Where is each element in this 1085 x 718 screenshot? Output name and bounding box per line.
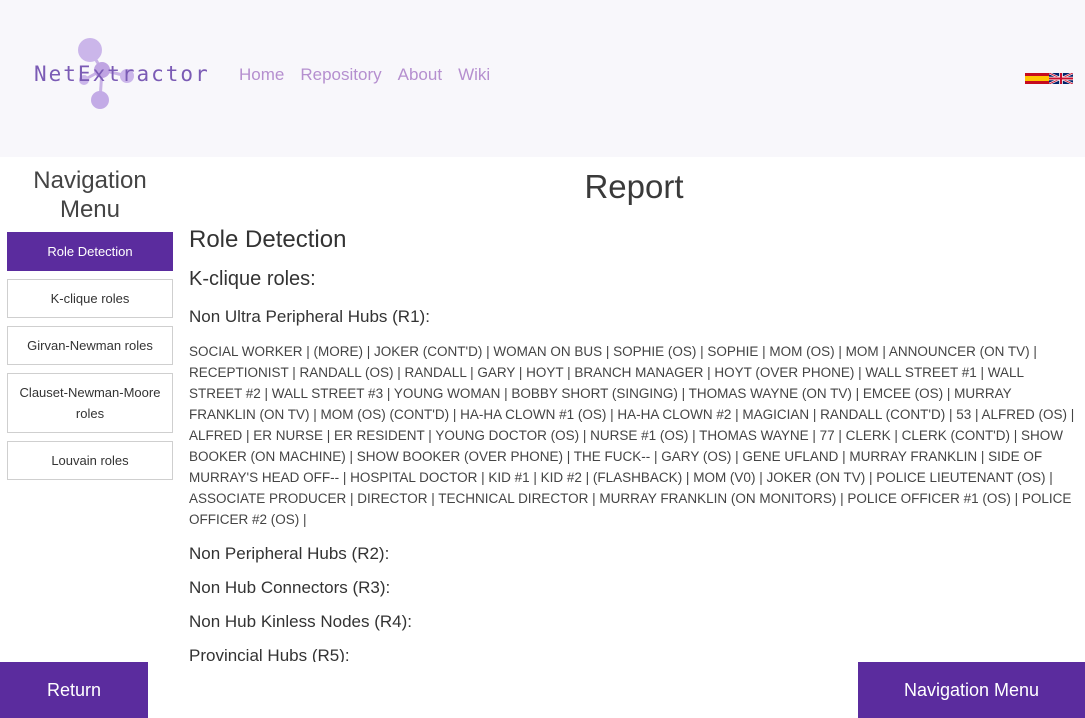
role-heading-r3: Non Hub Connectors (R3): (189, 578, 391, 597)
return-button[interactable]: Return (0, 662, 148, 718)
site-header: NetExtractor Home Repository About Wiki (0, 0, 1085, 157)
sidebar-item-k-clique-roles[interactable]: K-clique roles (7, 279, 173, 318)
top-nav: Home Repository About Wiki (239, 65, 490, 85)
navigation-menu-button[interactable]: Navigation Menu (858, 662, 1085, 718)
page-title: Report (584, 168, 684, 205)
sidebar-item-clauset-newman-moore-roles[interactable]: Clauset-Newman-Moore roles (7, 373, 173, 433)
role-heading-r4: Non Hub Kinless Nodes (R4): (189, 612, 412, 631)
nav-wiki-link[interactable]: Wiki (458, 65, 490, 85)
nav-home-link[interactable]: Home (239, 65, 284, 85)
netextractor-logo[interactable]: NetExtractor (30, 36, 208, 116)
sidebar-item-louvain-roles[interactable]: Louvain roles (7, 441, 173, 480)
nav-about-link[interactable]: About (398, 65, 442, 85)
navigation-sidebar: Navigation Menu Role Detection K-clique … (7, 166, 173, 488)
role-members-r1: SOCIAL WORKER | (MORE) | JOKER (CONT'D) … (189, 344, 1075, 527)
sidebar-item-role-detection[interactable]: Role Detection (7, 232, 173, 271)
nav-repository-link[interactable]: Repository (300, 65, 381, 85)
report-content: Report Role Detection K-clique roles: No… (189, 162, 1079, 662)
english-flag-icon[interactable] (1049, 73, 1073, 84)
role-heading-r2: Non Peripheral Hubs (R2): (189, 544, 390, 563)
sidebar-item-girvan-newman-roles[interactable]: Girvan-Newman roles (7, 326, 173, 365)
section-heading: Role Detection (189, 226, 347, 253)
role-heading-r1: Non Ultra Peripheral Hubs (R1): (189, 307, 430, 326)
sidebar-title: Navigation Menu (33, 167, 147, 223)
brand-name: NetExtractor (34, 62, 210, 86)
role-heading-r5: Provincial Hubs (R5): (189, 646, 350, 662)
subsection-heading: K-clique roles: (189, 268, 316, 290)
spanish-flag-icon[interactable] (1025, 73, 1049, 84)
language-switcher (1025, 73, 1073, 84)
